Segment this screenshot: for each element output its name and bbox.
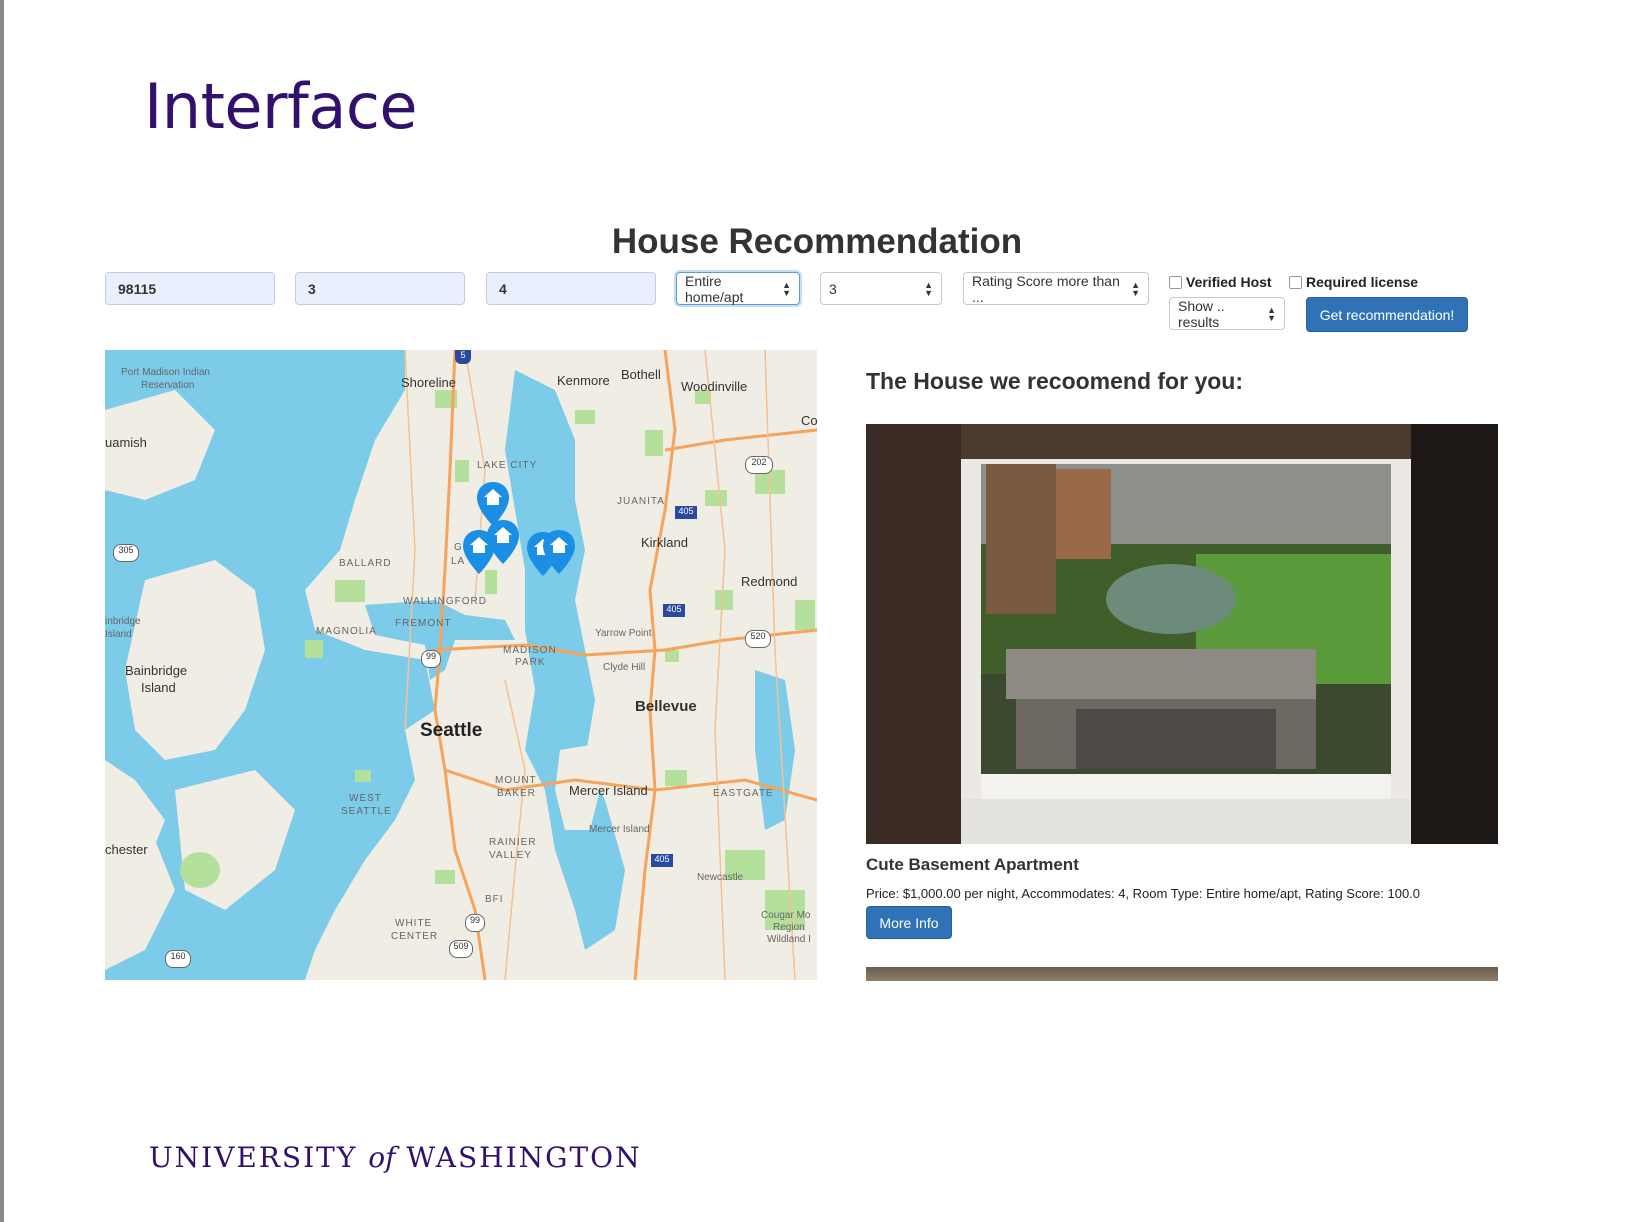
zipcode-input[interactable]: 98115 [105,272,275,305]
highway-shield: 202 [745,456,773,474]
house-photo-image [866,424,1498,844]
rating-select[interactable]: Rating Score more than ... ▲ ▼ [963,272,1149,305]
select-arrows-icon: ▲ ▼ [782,279,791,298]
map-label: CENTER [391,931,439,942]
highway-shield: 99 [465,914,485,932]
room-type-select[interactable]: Entire home/apt ▲ ▼ [676,272,800,305]
map-label: chester [105,842,148,857]
highway-shield: 160 [165,950,191,968]
map-label: Mercer Island [589,824,650,835]
map-label: WHITE [395,918,433,929]
map-label: MAGNOLIA [316,626,377,637]
results-value: Show .. results [1178,297,1225,330]
map-label: BALLARD [339,558,392,569]
highway-shield: 405 [651,854,673,867]
accommodates-value: 4 [499,280,507,297]
verified-host-checkbox[interactable]: Verified Host [1169,274,1272,290]
required-license-label: Required license [1306,274,1419,290]
logo-word-washington: WASHINGTON [406,1141,642,1174]
accommodates-input[interactable]: 4 [486,272,656,305]
map-label: Bellevue [635,698,697,715]
map-label: BFI [485,894,504,905]
map-label: MOUNT [495,775,537,786]
map-label: Cougar Mo [761,910,811,921]
map-label: Co [801,413,817,428]
next-house-photo [866,967,1498,981]
select-arrows-icon: ▲ ▼ [1131,279,1140,298]
map-label: Region [773,922,805,933]
highway-shield: 405 [675,506,697,519]
map-label: uamish [105,435,147,450]
map-label: RAINIER [489,837,537,848]
map-label: Wildland I [767,934,811,945]
highway-shield: 305 [113,544,139,562]
map-label: Yarrow Point [595,628,652,639]
slide-title: Interface [144,70,418,143]
map-label: Redmond [741,574,798,589]
highway-shield: 405 [663,604,685,617]
house-marker-icon[interactable] [461,528,497,576]
map-label: JUANITA [617,496,665,507]
map-label: PARK [515,657,546,668]
highway-shield: 5 [455,350,471,364]
house-details: Price: $1,000.00 per night, Accommodates… [866,886,1421,901]
bathrooms-value: 3 [829,280,837,297]
map-label: EASTGATE [713,788,774,799]
house-name: Cute Basement Apartment [866,855,1079,874]
room-type-value: Entire home/apt [685,272,744,305]
map-label: Port Madison Indian [121,367,210,378]
map-label: Woodinville [681,379,748,394]
highway-shield: 99 [421,650,441,668]
select-arrows-icon: ▲ ▼ [924,279,933,298]
highway-shield: 509 [449,940,473,958]
house-photo [866,424,1498,844]
more-info-label: More Info [879,914,939,931]
checkbox-box[interactable] [1289,275,1302,289]
map-label: Reservation [141,380,195,391]
recommendation-heading: The House we recoomend for you: [866,368,1243,394]
map-label: Clyde Hill [603,662,646,673]
zipcode-value: 98115 [118,280,157,297]
results-select[interactable]: Show .. results ▲ ▼ [1169,297,1285,330]
map-view[interactable]: Port Madison Indian Reservation Shorelin… [105,350,817,980]
map-base [105,350,817,980]
checkbox-box[interactable] [1169,275,1182,289]
bedrooms-input[interactable]: 3 [295,272,465,305]
map-label: Island [105,629,132,640]
logo-word-university: UNIVERSITY [149,1141,358,1174]
map-label: FREMONT [395,618,452,629]
map-label: Kirkland [641,535,688,550]
map-label: Seattle [420,720,483,741]
bedrooms-value: 3 [308,280,316,297]
map-label: WEST [349,793,382,804]
logo-word-of: of [368,1141,396,1174]
map-label: Bainbridge [125,663,188,678]
get-recommendation-label: Get recommendation! [1319,306,1455,323]
more-info-button[interactable]: More Info [866,906,952,939]
map-label: MADISON [503,645,557,656]
university-logo: UNIVERSITY of WASHINGTON [149,1141,642,1174]
map-label: Shoreline [401,375,456,390]
highway-shield: 520 [745,630,771,648]
map-label: BAKER [497,788,536,799]
map-label: Mercer Island [569,783,648,798]
select-arrows-icon: ▲ ▼ [1267,304,1276,323]
map-label: WALLINGFORD [403,596,487,607]
rating-value: Rating Score more than ... [972,272,1120,305]
get-recommendation-button[interactable]: Get recommendation! [1306,297,1468,332]
house-marker-icon[interactable] [541,528,577,576]
map-label: inbridge [105,616,141,627]
bathrooms-select[interactable]: 3 ▲ ▼ [820,272,942,305]
required-license-checkbox[interactable]: Required license [1289,274,1418,290]
map-label: Bothell [621,367,661,382]
map-label: Island [141,680,176,695]
verified-host-label: Verified Host [1186,274,1272,290]
map-label: Kenmore [557,373,610,388]
map-label: VALLEY [489,850,533,861]
map-label: Newcastle [697,872,744,883]
map-label: SEATTLE [341,806,392,817]
app-title: House Recommendation [611,222,1023,261]
map-label: LAKE CITY [477,460,538,471]
